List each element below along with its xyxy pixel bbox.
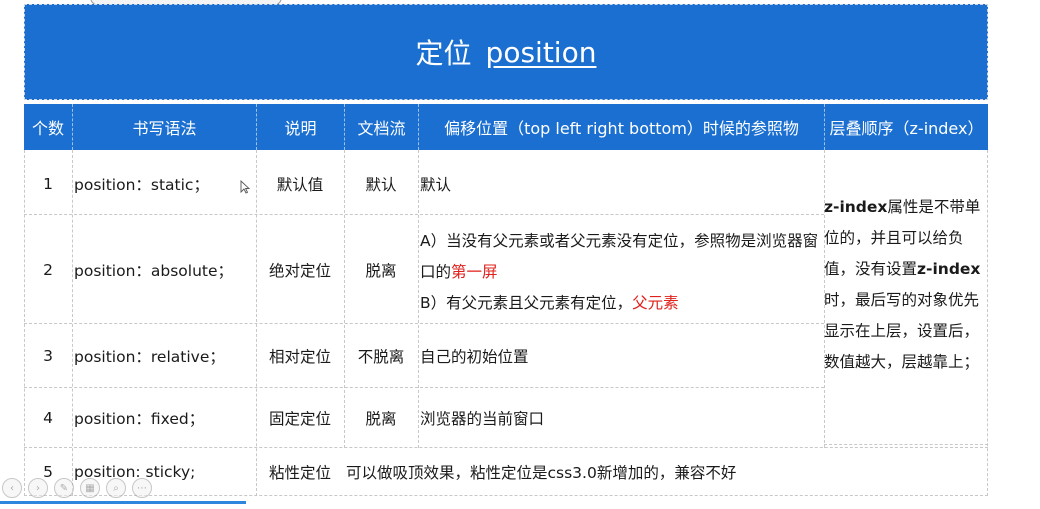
row1-ref: 默认	[420, 176, 452, 194]
header-syntax: 书写语法	[72, 104, 256, 150]
row5-note: 可以做吸顶效果，粘性定位是css3.0新增加的，兼容不好	[346, 464, 737, 482]
row2-flow: 脱离	[365, 261, 397, 280]
row2-ref-b: B）有父元素且父元素有定位，	[420, 294, 633, 312]
table-header-row: 个数 书写语法 说明 文档流 偏移位置（top left right botto…	[24, 104, 988, 150]
title-zh: 定位	[415, 37, 472, 70]
slideshow-controls: ‹ › ✎ ▦ ⌕ ⋯	[2, 478, 152, 500]
slide: 定位 position 个数 书写语法 说明 文档流 偏移位置（top left…	[24, 4, 988, 496]
more-options-icon[interactable]: ⋯	[132, 478, 152, 498]
slides-grid-icon[interactable]: ▦	[80, 478, 100, 498]
header-count: 个数	[31, 119, 64, 138]
zindex-keyword: z-index	[917, 260, 981, 278]
pen-icon[interactable]: ✎	[54, 478, 74, 498]
row3-desc: 相对定位	[268, 348, 331, 366]
slideshow-progress-bar	[0, 501, 246, 504]
grid-line	[418, 150, 419, 448]
next-slide-icon[interactable]: ›	[28, 478, 48, 498]
row4-num: 4	[43, 409, 53, 427]
row3-syntax: position：relative；	[74, 348, 225, 366]
row1-num: 1	[43, 175, 53, 193]
grid-line	[24, 323, 824, 324]
row4-ref: 浏览器的当前窗口	[420, 410, 545, 428]
row1-flow: 默认	[365, 176, 397, 194]
title-bar: 定位 position	[24, 4, 988, 100]
grid-line	[24, 214, 824, 215]
title-en-link[interactable]: position	[486, 36, 597, 69]
grid-line	[24, 387, 824, 388]
grid-line	[824, 444, 988, 445]
row4-syntax: position：fixed；	[74, 410, 205, 428]
row3-ref: 自己的初始位置	[420, 348, 529, 366]
row4-desc: 固定定位	[268, 410, 331, 428]
header-zindex: 层叠顺序（z-index）	[824, 104, 988, 150]
prev-slide-icon[interactable]: ‹	[2, 478, 22, 498]
header-flow: 文档流	[344, 104, 418, 150]
row1-desc: 默认值	[276, 176, 324, 194]
row3-flow: 不脱离	[357, 348, 405, 366]
row2-ref: A）当没有父元素或者父元素没有定位，参照物是浏览器窗口的第一屏 B）有父元素且父…	[420, 226, 820, 319]
header-offset-ref: 偏移位置（top left right bottom）时候的参照物	[418, 104, 824, 150]
grid-line	[24, 495, 988, 496]
grid-line	[24, 447, 988, 448]
zindex-text-2: 时，最后写的对象优先显示在上层，设置后，数值越大，层越靠上；	[824, 291, 980, 371]
zindex-keyword: z-index	[824, 198, 888, 216]
header-desc: 说明	[256, 104, 344, 150]
row2-syntax: position：absolute；	[74, 261, 234, 280]
row2-ref-b-highlight: 父元素	[632, 294, 679, 312]
row3-num: 3	[43, 347, 53, 365]
row2-desc: 绝对定位	[268, 261, 331, 280]
zoom-icon[interactable]: ⌕	[106, 478, 126, 498]
row2-ref-a-highlight: 第一屏	[451, 263, 498, 281]
row4-flow: 脱离	[365, 410, 397, 428]
row2-num: 2	[43, 260, 53, 279]
row1-syntax: position：static；	[74, 176, 209, 194]
row5-desc: 粘性定位	[268, 464, 331, 482]
zindex-note: z-index属性是不带单位的，并且可以给负值，没有设置z-index时，最后写…	[824, 192, 984, 378]
mouse-cursor-icon	[240, 180, 250, 194]
